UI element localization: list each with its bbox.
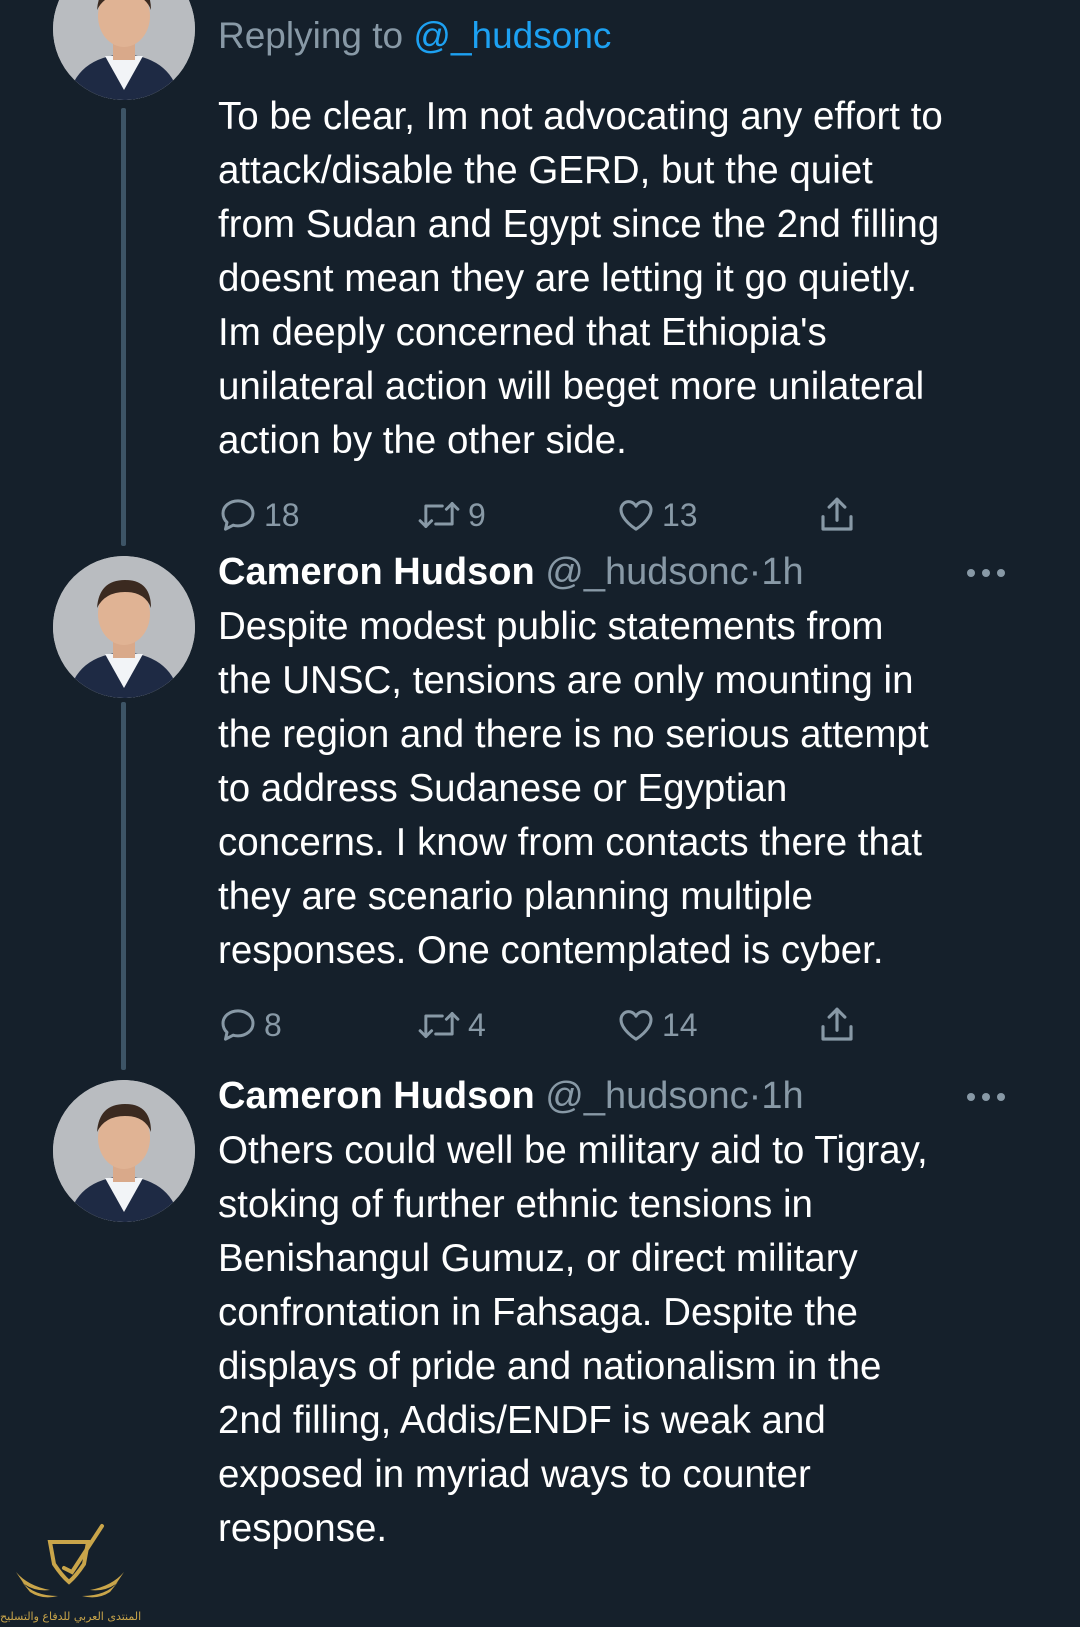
like-count: 14 — [662, 1006, 698, 1043]
tweet-text-line: unilateral action will beget more unilat… — [218, 365, 925, 408]
tweet-text: Despite modest public statements from th… — [218, 600, 1030, 978]
tweet-actions: 8 4 14 — [218, 1000, 1030, 1050]
meta-separator: · — [748, 551, 762, 593]
tweet-header: Cameron Hudson @_hudsonc·1h — [218, 548, 1030, 596]
share-icon — [821, 497, 853, 531]
tweet-time[interactable]: 1h — [761, 1075, 803, 1117]
tweet-text-line: the region and there is no serious attem… — [218, 713, 929, 756]
like-button[interactable]: 13 — [616, 490, 698, 540]
tweet[interactable]: Replying to @_hudsonc To be clear, Im no… — [218, 14, 1030, 540]
tweet-text-line: Others could well be military aid to Tig… — [218, 1129, 928, 1172]
like-count: 13 — [662, 496, 698, 533]
tweet-text-line: confrontation in Fahsaga. Despite the — [218, 1291, 858, 1334]
reply-button[interactable]: 18 — [218, 490, 300, 540]
replying-to: Replying to @_hudsonc — [218, 14, 1030, 58]
replying-to-label: Replying to — [218, 15, 414, 56]
tweet-text-line: from Sudan and Egypt since the 2nd filli… — [218, 203, 940, 246]
tweet-text-line: to address Sudanese or Egyptian — [218, 767, 788, 810]
retweet-icon — [418, 502, 460, 528]
tweet-text-line: Despite modest public statements from — [218, 605, 884, 648]
author-name[interactable]: Cameron Hudson — [218, 551, 535, 593]
tweet[interactable]: Cameron Hudson @_hudsonc·1h Despite mode… — [218, 548, 1030, 1050]
tweet-text-line: Im deeply concerned that Ethiopia's — [218, 311, 827, 354]
more-icon[interactable] — [964, 548, 1008, 596]
avatar[interactable] — [53, 0, 195, 100]
heart-icon — [619, 1010, 653, 1041]
tweet-text-line: Benishangul Gumuz, or direct military — [218, 1237, 858, 1280]
avatar[interactable] — [53, 556, 195, 698]
tweet-text-line: doesnt mean they are letting it go quiet… — [218, 257, 918, 300]
watermark-logo — [16, 1524, 124, 1598]
tweet-text: To be clear, Im not advocating any effor… — [218, 90, 1030, 468]
tweet-text-line: response. — [218, 1507, 388, 1550]
retweet-button[interactable]: 4 — [416, 1000, 486, 1050]
reply-icon — [221, 1009, 255, 1041]
tweet-text-line: displays of pride and nationalism in the — [218, 1345, 882, 1388]
share-icon — [821, 1007, 853, 1041]
tweet[interactable]: Cameron Hudson @_hudsonc·1h Others could… — [218, 1072, 1030, 1556]
tweet-text-line: concerns. I know from contacts there tha… — [218, 821, 923, 864]
retweet-count: 4 — [468, 1006, 486, 1043]
reply-handle-link[interactable]: @_hudsonc — [413, 15, 611, 56]
tweet-time[interactable]: 1h — [761, 551, 803, 593]
tweet-text-line: responses. One contemplated is cyber. — [218, 929, 884, 972]
tweet-text-line: exposed in myriad ways to counter — [218, 1453, 811, 1496]
share-button[interactable] — [816, 1000, 858, 1050]
heart-icon — [619, 500, 653, 531]
retweet-icon — [418, 1012, 460, 1038]
author-handle[interactable]: @_hudsonc — [545, 1075, 748, 1117]
reply-icon — [221, 499, 255, 531]
thread-line — [121, 108, 126, 546]
reply-count: 18 — [264, 496, 300, 533]
author-name[interactable]: Cameron Hudson — [218, 1075, 535, 1117]
avatar[interactable] — [53, 1080, 195, 1222]
more-icon[interactable] — [964, 1072, 1008, 1120]
tweet-text-line: action by the other side. — [218, 419, 627, 462]
tweet-text-line: the UNSC, tensions are only mounting in — [218, 659, 914, 702]
tweet-text-line: 2nd filling, Addis/ENDF is weak and — [218, 1399, 826, 1442]
share-button[interactable] — [816, 490, 858, 540]
tweet-text-line: they are scenario planning multiple — [218, 875, 813, 918]
retweet-button[interactable]: 9 — [416, 490, 486, 540]
author-handle[interactable]: @_hudsonc — [545, 551, 748, 593]
tweet-text-line: stoking of further ethnic tensions in — [218, 1183, 813, 1226]
tweet-text-line: attack/disable the GERD, but the quiet — [218, 149, 873, 192]
reply-button[interactable]: 8 — [218, 1000, 282, 1050]
thread-line — [121, 702, 126, 1070]
tweet-header: Cameron Hudson @_hudsonc·1h — [218, 1072, 1030, 1120]
tweet-text: Others could well be military aid to Tig… — [218, 1124, 1030, 1556]
meta-separator: · — [748, 1075, 762, 1117]
tweet-actions: 18 9 13 — [218, 490, 1030, 540]
watermark-text: المنتدى العربي للدفاع والتسليح — [0, 1610, 142, 1623]
reply-count: 8 — [264, 1006, 282, 1043]
retweet-count: 9 — [468, 496, 486, 533]
tweet-text-line: To be clear, Im not advocating any effor… — [218, 95, 943, 138]
like-button[interactable]: 14 — [616, 1000, 698, 1050]
